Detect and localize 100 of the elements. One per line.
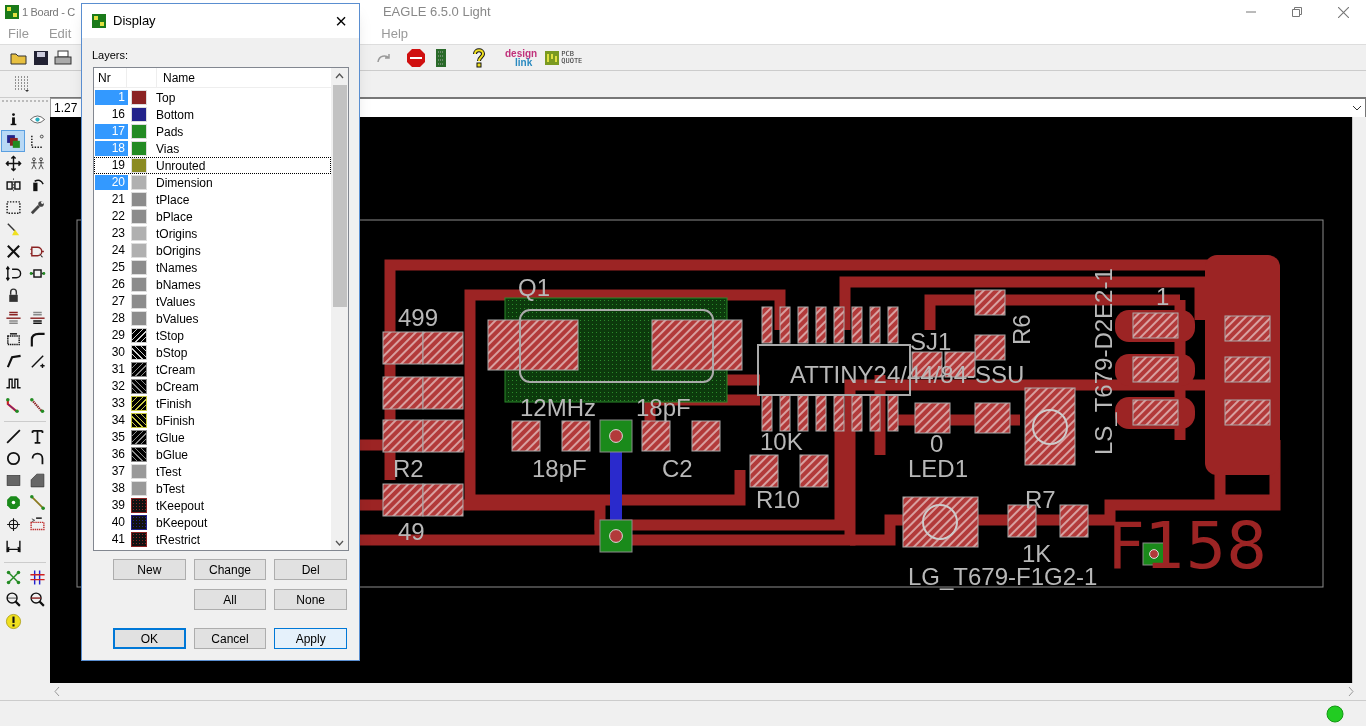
grid-icon[interactable] xyxy=(14,76,30,92)
layer-row[interactable]: 31 tCream xyxy=(94,361,331,378)
dialog-button[interactable]: All xyxy=(193,589,267,610)
layer-name: Dimension xyxy=(156,174,213,192)
close-button[interactable]: × xyxy=(329,9,353,33)
layer-row[interactable]: 20 Dimension xyxy=(94,174,331,191)
layer-row[interactable]: 37 tTest xyxy=(94,463,331,480)
layer-row[interactable]: 35 tGlue xyxy=(94,429,331,446)
layer-number: 31 xyxy=(110,362,126,377)
dialog-button[interactable]: None xyxy=(274,589,347,610)
layer-name: Pads xyxy=(156,123,184,141)
layer-row[interactable]: 36 bGlue xyxy=(94,446,331,463)
layer-number: 26 xyxy=(110,277,126,292)
layer-number: 35 xyxy=(110,430,126,445)
layer-number: 33 xyxy=(110,396,126,411)
dialog-button[interactable]: Cancel xyxy=(193,628,267,649)
layer-number: 22 xyxy=(110,209,126,224)
part-label: 18pF xyxy=(532,455,587,482)
layer-number: 27 xyxy=(110,294,126,309)
part-label: R7 xyxy=(1025,486,1056,513)
layer-name: bOrigins xyxy=(156,242,201,260)
layer-name: bCream xyxy=(156,378,199,396)
layer-row[interactable]: 21 tPlace xyxy=(94,191,331,208)
layer-row[interactable]: 27 tValues xyxy=(94,293,331,310)
part-label: 12MHz xyxy=(520,394,597,421)
dialog-button[interactable]: New xyxy=(113,559,186,580)
layer-number: 20 xyxy=(95,175,128,190)
layer-row[interactable]: 29 tStop xyxy=(94,327,331,344)
layer-number: 19 xyxy=(110,158,126,173)
stop-icon[interactable] xyxy=(406,47,426,68)
layer-name: bGlue xyxy=(156,446,189,464)
layer-row[interactable]: 34 bFinish xyxy=(94,412,331,429)
layer-name: tTest xyxy=(156,463,182,481)
layer-row[interactable]: 24 bOrigins xyxy=(94,242,331,259)
layer-name: tNames xyxy=(156,259,198,277)
layer-number: 21 xyxy=(110,192,126,207)
layers-label: Layers: xyxy=(92,48,129,62)
window-title: EAGLE 6.5.0 Light xyxy=(382,3,491,22)
layer-number: 23 xyxy=(110,226,126,241)
dialog-button[interactable]: OK xyxy=(113,628,186,649)
layer-number: 36 xyxy=(110,447,126,462)
layer-name: bStop xyxy=(156,344,188,362)
vertical-scrollbar[interactable] xyxy=(1352,117,1366,683)
layer-name: tGlue xyxy=(156,429,185,447)
layer-row[interactable]: 1 Top xyxy=(94,89,331,106)
column-header[interactable]: Name xyxy=(157,68,331,88)
layer-name: bFinish xyxy=(156,412,195,430)
restore-icon[interactable] xyxy=(1292,7,1302,17)
layer-row[interactable]: 23 tOrigins xyxy=(94,225,331,242)
layer-name: tFinish xyxy=(156,395,192,413)
part-label: R6 xyxy=(1008,314,1035,345)
layer-number: 32 xyxy=(110,379,126,394)
close-icon[interactable] xyxy=(1337,6,1349,18)
layer-name: Vias xyxy=(156,140,180,158)
layer-row[interactable]: 41 tRestrict xyxy=(94,531,331,548)
dialog-button[interactable]: Change xyxy=(193,559,267,580)
layer-name: tCream xyxy=(156,361,196,379)
layer-row[interactable]: 22 bPlace xyxy=(94,208,331,225)
layer-row[interactable]: 30 bStop xyxy=(94,344,331,361)
layer-name: tStop xyxy=(156,327,185,345)
layer-row[interactable]: 28 bValues xyxy=(94,310,331,327)
layer-row[interactable]: 17 Pads xyxy=(94,123,331,140)
dialog-button[interactable]: Apply xyxy=(274,628,347,649)
chevron-down-icon[interactable] xyxy=(1352,105,1362,111)
layer-number: 30 xyxy=(110,345,126,360)
copper-text: F158 xyxy=(1108,509,1267,583)
layer-row[interactable]: 26 bNames xyxy=(94,276,331,293)
scrollbar[interactable] xyxy=(331,68,348,550)
script-icon[interactable] xyxy=(435,47,447,68)
column-header[interactable]: Nr xyxy=(94,68,127,88)
layer-number: 25 xyxy=(110,260,126,275)
layer-row[interactable]: 39 tKeepout xyxy=(94,497,331,514)
part-label: R10 xyxy=(756,486,801,513)
scroll-up-icon[interactable] xyxy=(335,73,344,79)
layer-number: 38 xyxy=(110,481,126,496)
layer-number: 29 xyxy=(110,328,126,343)
layer-row[interactable]: 19 Unrouted xyxy=(94,157,331,174)
layer-name: tKeepout xyxy=(156,497,205,515)
part-label: C2 xyxy=(662,455,693,482)
layers-tool-icon[interactable] xyxy=(1,130,25,152)
layer-number: 34 xyxy=(110,413,126,428)
layer-number: 18 xyxy=(95,141,128,156)
layer-number: 41 xyxy=(110,532,126,547)
layer-name: bNames xyxy=(156,276,201,294)
scrollbar-thumb[interactable] xyxy=(332,85,347,307)
layer-row[interactable]: 38 bTest xyxy=(94,480,331,497)
layer-name: bValues xyxy=(156,310,199,328)
save-icon[interactable] xyxy=(33,49,49,66)
design-link-logo[interactable]: design link xyxy=(505,47,538,68)
layer-row[interactable]: 33 tFinish xyxy=(94,395,331,412)
dialog-button[interactable]: Del xyxy=(274,559,347,580)
scroll-down-icon[interactable] xyxy=(335,540,344,546)
print-icon[interactable] xyxy=(54,49,72,66)
layer-row[interactable]: 40 bKeepout xyxy=(94,514,331,531)
layer-row[interactable]: 18 Vias xyxy=(94,140,331,157)
layer-row[interactable]: 32 bCream xyxy=(94,378,331,395)
layer-number: 37 xyxy=(110,464,126,479)
help-icon[interactable] xyxy=(472,47,486,68)
layer-number: 28 xyxy=(110,311,126,326)
layer-row[interactable]: 25 tNames xyxy=(94,259,331,276)
